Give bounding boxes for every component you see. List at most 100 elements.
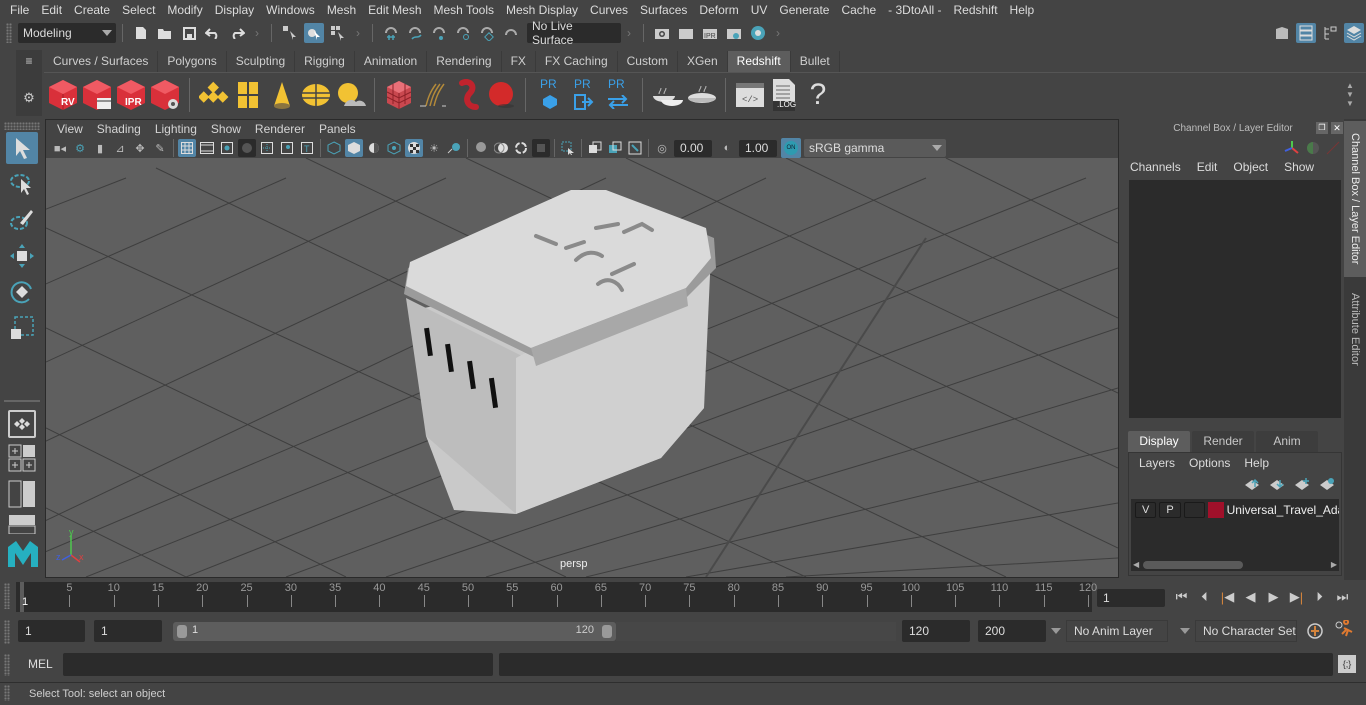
shelf-tab-xgen[interactable]: XGen	[677, 51, 728, 72]
snap-projected-center-icon[interactable]	[453, 23, 473, 43]
stacked-layout-icon[interactable]	[6, 514, 38, 534]
drag-handle[interactable]	[6, 23, 12, 43]
menu-deform[interactable]: Deform	[693, 3, 744, 17]
live-surface-field[interactable]: No Live Surface	[527, 19, 621, 47]
go-to-end-icon[interactable]: ⏭	[1331, 586, 1354, 608]
channel-box-menu-channels[interactable]: Channels	[1130, 160, 1181, 174]
paint-select-tool-icon[interactable]	[6, 204, 38, 236]
camera-icon[interactable]: ■◂	[51, 139, 69, 157]
anim-layer-dropdown[interactable]: No Anim Layer	[1066, 620, 1168, 642]
redshift-render-view-icon[interactable]: RV	[47, 77, 79, 113]
shelf-tab-bullet[interactable]: Bullet	[790, 51, 840, 72]
step-forward-key-icon[interactable]: ▶ |	[1285, 586, 1308, 608]
step-back-frame-icon[interactable]: ⏴	[1193, 586, 1216, 608]
viewport-menu-renderer[interactable]: Renderer	[248, 122, 312, 136]
new-layer-from-selected-icon[interactable]	[1319, 477, 1336, 491]
motion-blur-icon[interactable]	[492, 139, 510, 157]
shelf-menu-icon[interactable]: ≡	[16, 54, 42, 68]
speed-icon[interactable]	[1306, 141, 1320, 155]
viewport-menu-shading[interactable]: Shading	[90, 122, 148, 136]
redshift-bake-icon[interactable]	[685, 77, 717, 113]
channel-box-content[interactable]	[1129, 180, 1341, 418]
redshift-script-editor-icon[interactable]: </>	[734, 77, 766, 113]
wireframe-icon[interactable]	[325, 139, 343, 157]
select-hierarchy-icon[interactable]	[280, 23, 300, 43]
redshift-volume-icon[interactable]	[451, 77, 483, 113]
layer-visibility-toggle[interactable]: V	[1135, 502, 1157, 518]
layer-menu-options[interactable]: Options	[1189, 456, 1230, 470]
menu-uv[interactable]: UV	[745, 3, 774, 17]
drag-handle[interactable]	[4, 685, 10, 701]
layer-playback-toggle[interactable]: P	[1159, 502, 1181, 518]
side-tab-channel-box[interactable]: Channel Box / Layer Editor	[1344, 121, 1366, 277]
anti-aliasing-icon[interactable]	[512, 139, 530, 157]
play-backwards-icon[interactable]: ◀	[1239, 586, 1262, 608]
shelf-scroll[interactable]: ▲ ▼ ▼	[1346, 81, 1360, 108]
field-chart-icon[interactable]	[258, 139, 276, 157]
menu-windows[interactable]: Windows	[260, 3, 321, 17]
open-scene-icon[interactable]	[155, 23, 175, 43]
mode-dropdown[interactable]: Modeling	[18, 23, 116, 43]
viewport-menu-show[interactable]: Show	[204, 122, 248, 136]
playback-start-field[interactable]: 1	[94, 620, 162, 642]
shelf-tab-fx-caching[interactable]: FX Caching	[535, 51, 618, 72]
redshift-sphere-icon[interactable]	[485, 77, 517, 113]
menu-mesh[interactable]: Mesh	[321, 3, 362, 17]
gamma-icon[interactable]: ◐	[718, 139, 736, 157]
layer-menu-layers[interactable]: Layers	[1139, 456, 1175, 470]
save-scene-icon[interactable]	[179, 23, 199, 43]
hyperbolic-icon[interactable]	[1326, 141, 1340, 155]
auto-key-icon[interactable]	[1306, 622, 1324, 643]
drag-handle[interactable]	[4, 583, 10, 609]
viewport-3d[interactable]: y x z persp	[46, 158, 1118, 577]
play-forwards-icon[interactable]: ▶	[1262, 586, 1285, 608]
layer-row[interactable]: V P Universal_Travel_Adapter	[1135, 502, 1339, 518]
float-panel-icon[interactable]: ❐	[1316, 122, 1328, 134]
four-view-layout-icon[interactable]	[6, 442, 38, 474]
smooth-shade-icon[interactable]	[345, 139, 363, 157]
menu-mesh-tools[interactable]: Mesh Tools	[428, 3, 500, 17]
redshift-bake-sets-icon[interactable]	[651, 77, 683, 113]
default-material-icon[interactable]	[365, 139, 383, 157]
snap-point-icon[interactable]	[429, 23, 449, 43]
scrollbar-thumb[interactable]	[1143, 560, 1244, 569]
redshift-sun-sky-icon[interactable]	[334, 77, 366, 113]
resolution-gate-icon[interactable]	[218, 139, 236, 157]
use-all-lights-icon[interactable]: ☀	[425, 139, 443, 157]
new-scene-icon[interactable]	[131, 23, 151, 43]
shelf-tab-custom[interactable]: Custom	[617, 51, 678, 72]
select-component-icon[interactable]	[328, 23, 348, 43]
depth-of-field-icon[interactable]	[532, 139, 550, 157]
rotate-tool-icon[interactable]	[6, 276, 38, 308]
chevron-down-icon[interactable]	[1051, 628, 1061, 634]
redshift-proxy-icon[interactable]	[383, 77, 415, 113]
move-layer-down-icon[interactable]	[1269, 477, 1286, 491]
move-layer-up-icon[interactable]	[1244, 477, 1261, 491]
menu-mesh-display[interactable]: Mesh Display	[500, 3, 584, 17]
redshift-batch-render-icon[interactable]	[81, 77, 113, 113]
shelf-tab-curves-surfaces[interactable]: Curves / Surfaces	[44, 51, 159, 72]
redshift-pr-mesh-icon[interactable]: PR	[534, 77, 566, 113]
layer-color-swatch[interactable]	[1208, 502, 1224, 518]
menu-create[interactable]: Create	[68, 3, 116, 17]
range-slider[interactable]: 1 120	[173, 622, 616, 641]
select-tool-icon[interactable]	[6, 132, 38, 164]
undo-icon[interactable]	[203, 23, 223, 43]
channel-box-menu-edit[interactable]: Edit	[1197, 160, 1218, 174]
exposure-field[interactable]: 0.00	[674, 139, 712, 157]
collapse-icon[interactable]: ›	[356, 26, 360, 40]
shelf-tab-fx[interactable]: FX	[501, 51, 536, 72]
redshift-area-light-icon[interactable]	[232, 77, 264, 113]
two-d-pan-zoom-icon[interactable]: ✥	[131, 139, 149, 157]
layer-menu-help[interactable]: Help	[1244, 456, 1269, 470]
collapse-icon[interactable]: ›	[255, 26, 259, 40]
shelf-tab-polygons[interactable]: Polygons	[158, 51, 227, 72]
viewport-menu-panels[interactable]: Panels	[312, 122, 363, 136]
step-forward-frame-icon[interactable]: ⏵	[1308, 586, 1331, 608]
redshift-portal-light-icon[interactable]	[300, 77, 332, 113]
redshift-log-icon[interactable]: .LOG	[768, 77, 800, 113]
menu-generate[interactable]: Generate	[773, 3, 835, 17]
side-tab-attribute-editor[interactable]: Attribute Editor	[1344, 281, 1366, 377]
shelf-tab-rendering[interactable]: Rendering	[427, 51, 502, 72]
render-current-frame-icon[interactable]	[676, 23, 696, 43]
